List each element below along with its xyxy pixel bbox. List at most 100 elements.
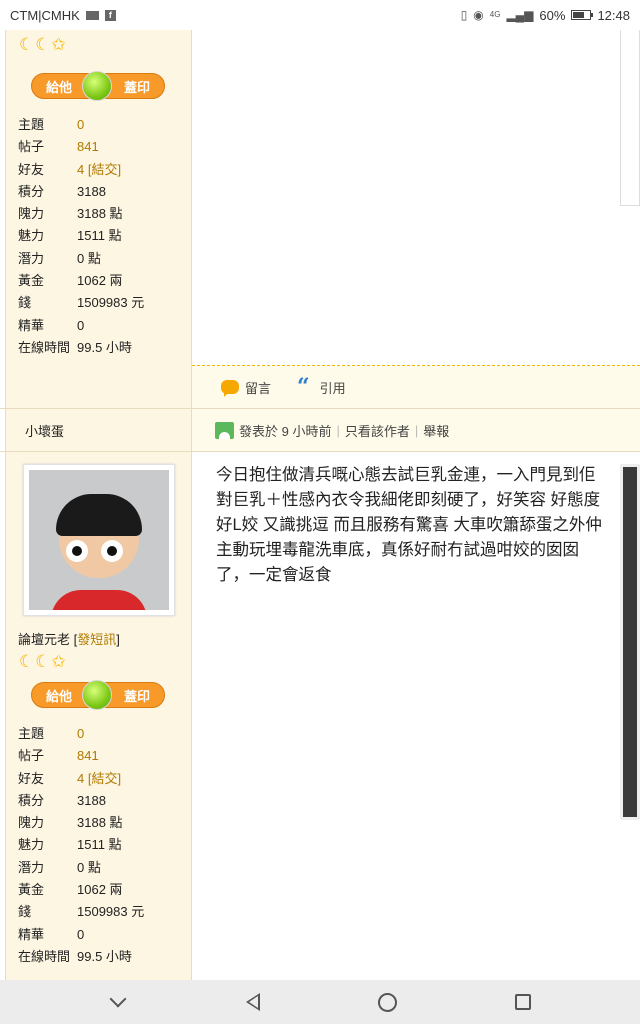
stat-value: 3188 點 (77, 203, 123, 225)
nav-home-button[interactable] (366, 980, 410, 1024)
star-icon: ✩ (51, 652, 66, 671)
stat-value-text: 3188 點 (77, 815, 123, 831)
add-friend-link[interactable]: 結交 (91, 771, 117, 786)
stat-row: 好友 4 [結交] (18, 159, 191, 181)
stat-value: 3188 點 (77, 812, 123, 834)
network-type: 4G (489, 10, 501, 19)
comment-link[interactable]: 留言 (245, 378, 271, 397)
stat-row: 帖子 841 (18, 745, 191, 767)
stat-row: 錢 1509983 元 (18, 292, 191, 314)
stat-key: 隗力 (18, 815, 45, 831)
stat-row: 帖子 841 (18, 136, 191, 158)
stat-value: 99.5 小時 (77, 946, 132, 968)
stamp-right-label: 蓋印 (123, 688, 150, 704)
nav-back-button[interactable] (231, 980, 275, 1024)
star-icon: ✩ (51, 35, 66, 54)
stat-value-text: 841 (77, 748, 99, 764)
stat-value[interactable]: 0 (77, 723, 84, 745)
stat-key: 潛力 (18, 859, 45, 875)
stat-row: 精華 0 (18, 315, 191, 337)
stat-value-text: 0 點 (77, 859, 101, 875)
stat-row: 隗力 3188 點 (18, 812, 191, 834)
stat-key: 魅力 (18, 837, 45, 853)
meta-separator: | (414, 422, 419, 438)
post1-content (192, 30, 640, 365)
stat-row: 黃金 1062 兩 (18, 270, 191, 292)
stat-key: 積分 (18, 183, 45, 199)
stat-value-text: 0 (77, 317, 85, 333)
only-author-link[interactable]: 只看該作者 (345, 421, 410, 440)
quote-link[interactable]: 引用 (320, 378, 346, 397)
eye-comfort-icon: ◉ (473, 8, 484, 22)
report-link[interactable]: 舉報 (423, 421, 449, 440)
battery-icon (571, 10, 594, 20)
stat-value-text: 1509983 元 (77, 295, 145, 311)
post2-meta-bar: 發表於 9 小時前 | 只看該作者 | 舉報 (192, 409, 640, 451)
stat-value: 1062 兩 (77, 270, 123, 292)
stat-value-text: 1062 兩 (77, 273, 123, 289)
user-rank-stars: ☾ ☾ ✩ (6, 653, 191, 673)
stat-value-text: 1509983 元 (77, 904, 145, 920)
stat-value[interactable]: 841 (77, 745, 99, 767)
stat-value: 0 (77, 924, 84, 946)
moon-icon: ☾ (19, 35, 35, 54)
meta-separator: | (336, 422, 340, 438)
stat-value: 3188 (77, 181, 106, 203)
vibrate-icon: ▯ (460, 8, 468, 22)
stat-value: 1062 兩 (77, 879, 123, 901)
post2-username-cell: 小壞蛋 (5, 409, 192, 451)
user-rank-stars: ☾ ☾ ✩ (6, 36, 191, 56)
stat-value[interactable]: 4 [結交] (77, 768, 121, 790)
stat-key: 隗力 (18, 206, 45, 222)
avatar[interactable] (23, 464, 175, 616)
stat-key: 在線時間 (18, 948, 71, 964)
back-triangle-icon (245, 993, 260, 1011)
stat-key: 精華 (18, 317, 45, 333)
moon-icon: ☾ (35, 35, 51, 54)
stat-key: 在線時間 (18, 339, 71, 355)
stat-value-text: 0 (77, 117, 85, 132)
moon-icon: ☾ (19, 652, 35, 671)
stamp-ball-icon (82, 71, 112, 101)
clock: 12:48 (597, 7, 630, 23)
quote-icon: “ (297, 374, 310, 400)
forum-thread: ☾ ☾ ✩ 給他 蓋印 主題 0 帖子 841 好友 4 [結交] 積分 3188 隗力 3188… (0, 30, 640, 980)
stat-row: 好友 4 [結交] (18, 768, 191, 790)
stat-key: 精華 (18, 926, 45, 942)
send-message-link[interactable]: 發短訊 (77, 632, 116, 647)
stat-row: 主題 0 (18, 723, 191, 745)
stat-key: 錢 (18, 904, 32, 920)
give-stamp-button[interactable]: 給他 蓋印 (31, 71, 165, 101)
stat-value-text: 841 (77, 139, 99, 155)
stat-row: 隗力 3188 點 (18, 203, 191, 225)
stat-value-text: 3188 點 (77, 206, 123, 222)
stat-key: 帖子 (18, 139, 45, 155)
post-time: 發表於 9 小時前 (239, 423, 332, 439)
facebook-icon: f (104, 9, 116, 21)
carrier-label: CTM|CMHK (10, 7, 80, 23)
stat-value: 99.5 小時 (77, 337, 132, 359)
nav-collapse-button[interactable] (96, 980, 140, 1024)
post1-action-bar: 留言 “ 引用 (192, 366, 640, 408)
stat-row: 錢 1509983 元 (18, 901, 191, 923)
give-stamp-button[interactable]: 給他 蓋印 (31, 680, 165, 710)
author-name[interactable]: 小壞蛋 (25, 421, 64, 440)
stat-value: 3188 (77, 790, 106, 812)
avatar-image (29, 470, 169, 610)
stat-value[interactable]: 841 (77, 136, 99, 158)
stat-value[interactable]: 4 [結交] (77, 159, 121, 181)
user-icon (215, 421, 234, 439)
stat-row: 魅力 1511 點 (18, 225, 191, 247)
stat-key: 好友 (18, 770, 45, 786)
post2-image[interactable] (620, 464, 640, 820)
stat-value[interactable]: 0 (77, 114, 84, 136)
stat-key: 帖子 (18, 748, 45, 764)
stamp-right-label: 蓋印 (123, 79, 150, 95)
post1-image[interactable] (620, 30, 640, 206)
add-friend-link[interactable]: 結交 (91, 162, 117, 177)
stat-value-text: 1062 兩 (77, 882, 123, 898)
system-nav-bar (0, 980, 640, 1024)
stat-value: 1511 點 (77, 834, 122, 856)
post-body: 今日抱住做清兵嘅心態去試巨乳金連，一入門見到佢對巨乳＋性感內衣令我細佬即刻硬了，… (216, 466, 602, 584)
nav-recents-button[interactable] (501, 980, 545, 1024)
